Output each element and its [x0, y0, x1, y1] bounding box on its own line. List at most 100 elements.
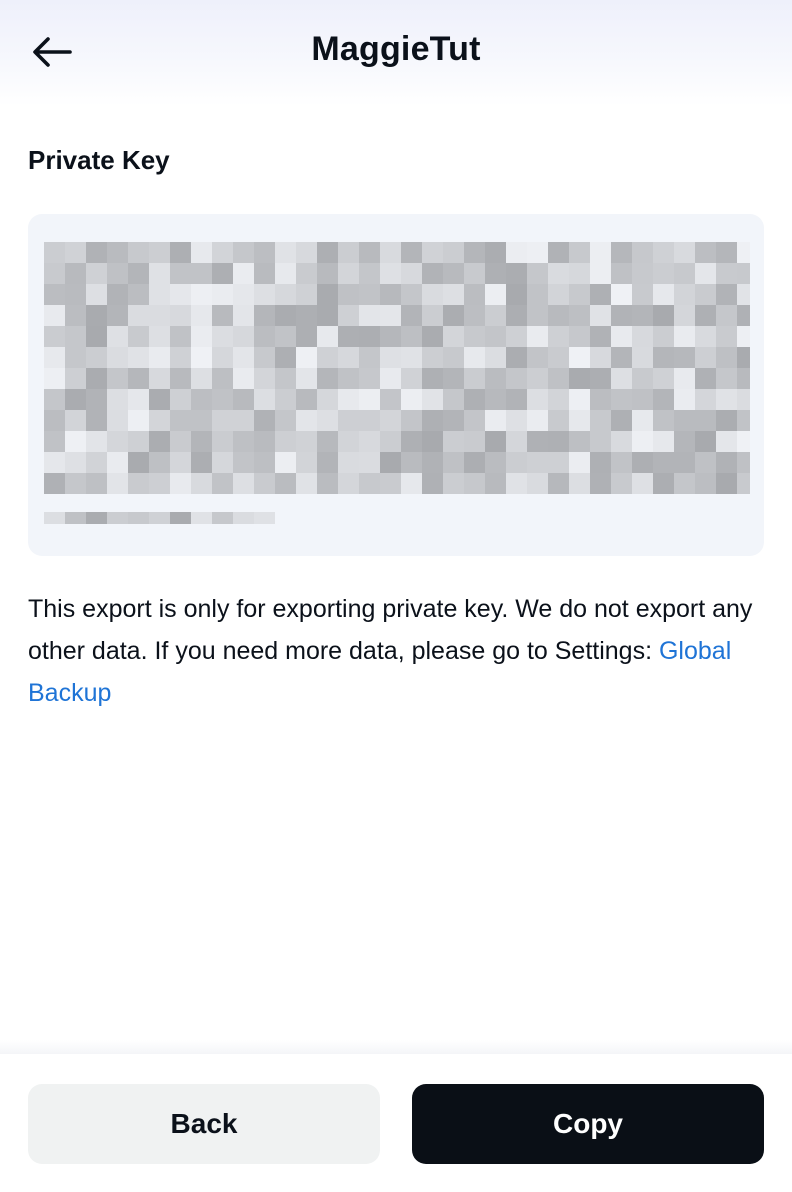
blur-pixel — [674, 242, 695, 263]
blur-pixel — [275, 431, 296, 452]
blur-pixel — [632, 305, 653, 326]
blur-pixel — [590, 242, 611, 263]
blur-pixel — [632, 347, 653, 368]
blur-pixel — [716, 326, 737, 347]
blur-pixel — [653, 284, 674, 305]
blur-pixel — [506, 326, 527, 347]
blur-pixel — [485, 410, 506, 431]
blur-pixel — [548, 368, 569, 389]
blur-pixel — [443, 263, 464, 284]
blur-pixel — [212, 263, 233, 284]
blur-pixel — [44, 326, 65, 347]
blur-pixel — [485, 305, 506, 326]
blur-pixel — [443, 242, 464, 263]
blur-pixel — [401, 452, 422, 473]
blur-pixel — [611, 263, 632, 284]
blur-pixel — [254, 431, 275, 452]
blur-pixel — [674, 347, 695, 368]
blur-pixel — [737, 452, 750, 473]
blur-pixel — [212, 326, 233, 347]
blur-pixel — [548, 389, 569, 410]
blur-pixel — [275, 410, 296, 431]
blur-pixel — [254, 347, 275, 368]
footer-divider — [0, 1040, 792, 1054]
blur-pixel — [317, 368, 338, 389]
blur-pixel — [464, 347, 485, 368]
blur-pixel — [380, 410, 401, 431]
blur-pixel — [128, 410, 149, 431]
blur-pixel — [443, 389, 464, 410]
blur-pixel — [737, 284, 750, 305]
blur-pixel — [317, 452, 338, 473]
blur-pixel — [548, 326, 569, 347]
blur-pixel — [695, 368, 716, 389]
blur-pixel — [737, 431, 750, 452]
blur-pixel — [590, 284, 611, 305]
blur-pixel — [716, 263, 737, 284]
blur-pixel — [317, 263, 338, 284]
copy-button[interactable]: Copy — [412, 1084, 764, 1164]
blur-pixel — [611, 473, 632, 494]
blur-pixel — [296, 263, 317, 284]
blur-pixel — [548, 347, 569, 368]
blur-pixel — [737, 368, 750, 389]
blur-pixel — [338, 452, 359, 473]
blur-pixel — [485, 389, 506, 410]
blur-pixel — [590, 410, 611, 431]
blur-pixel — [674, 326, 695, 347]
blur-pixel — [506, 368, 527, 389]
blur-pixel — [212, 473, 233, 494]
blur-pixel — [128, 263, 149, 284]
blur-pixel — [107, 452, 128, 473]
blur-pixel — [233, 452, 254, 473]
blur-pixel — [128, 431, 149, 452]
blur-pixel — [191, 284, 212, 305]
blur-pixel — [317, 389, 338, 410]
blur-pixel — [464, 431, 485, 452]
blur-pixel — [380, 368, 401, 389]
blur-pixel — [611, 431, 632, 452]
blur-pixel — [359, 305, 380, 326]
blur-pixel — [506, 389, 527, 410]
blur-pixel — [149, 305, 170, 326]
blur-pixel — [275, 368, 296, 389]
blur-pixel — [86, 263, 107, 284]
blur-pixel — [296, 305, 317, 326]
blur-pixel — [422, 263, 443, 284]
blur-pixel — [170, 263, 191, 284]
blur-pixel — [338, 368, 359, 389]
blur-pixel — [548, 284, 569, 305]
blur-pixel — [191, 368, 212, 389]
blur-pixel — [338, 284, 359, 305]
blur-pixel — [254, 512, 275, 524]
blur-pixel — [611, 326, 632, 347]
blur-pixel — [380, 242, 401, 263]
blur-pixel — [149, 512, 170, 524]
blur-pixel — [44, 431, 65, 452]
blur-pixel — [170, 326, 191, 347]
blur-pixel — [527, 242, 548, 263]
blur-pixel — [422, 410, 443, 431]
blur-pixel — [212, 512, 233, 524]
blur-pixel — [65, 473, 86, 494]
blur-pixel — [401, 263, 422, 284]
blur-pixel — [107, 368, 128, 389]
blur-pixel — [569, 368, 590, 389]
blur-pixel — [44, 305, 65, 326]
back-button[interactable]: Back — [28, 1084, 380, 1164]
blur-pixel — [65, 431, 86, 452]
blur-pixel — [191, 263, 212, 284]
blur-pixel — [191, 473, 212, 494]
export-notice: This export is only for exporting privat… — [28, 588, 768, 714]
blur-pixel — [464, 368, 485, 389]
blur-pixel — [149, 326, 170, 347]
blur-pixel — [548, 452, 569, 473]
blur-pixel — [86, 452, 107, 473]
blur-pixel — [653, 263, 674, 284]
blur-pixel — [632, 263, 653, 284]
blur-pixel — [380, 389, 401, 410]
blur-pixel — [716, 389, 737, 410]
blur-pixel — [296, 473, 317, 494]
blur-pixel — [86, 305, 107, 326]
blur-pixel — [128, 473, 149, 494]
